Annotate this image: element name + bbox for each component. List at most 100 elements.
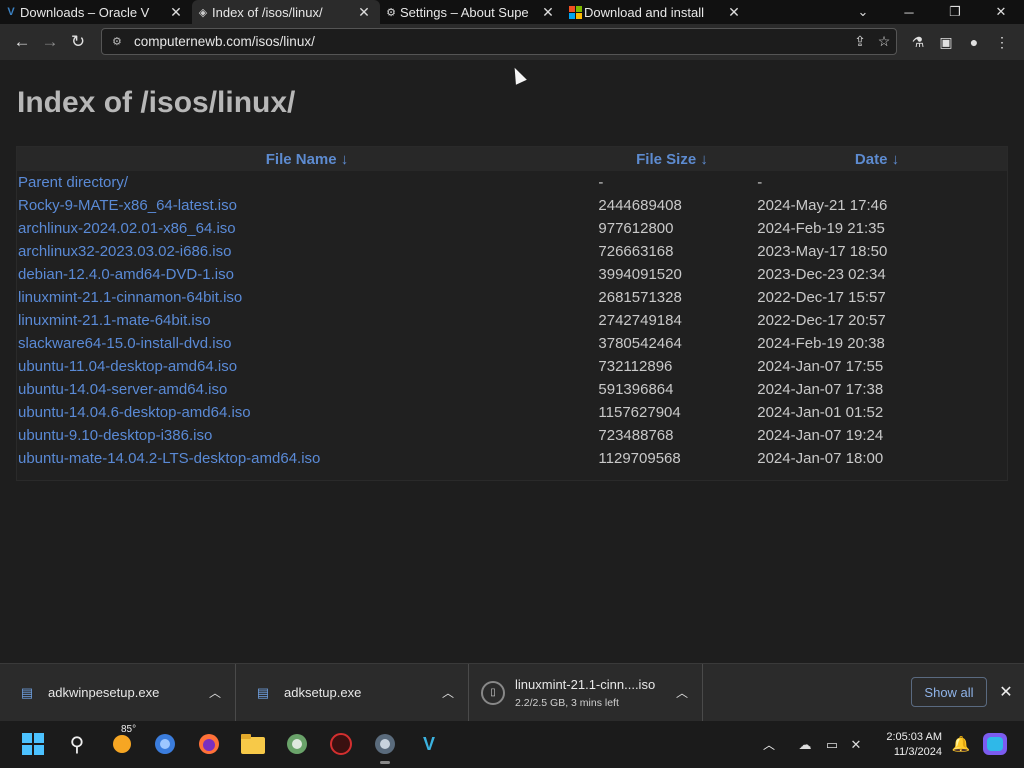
column-header-file-name[interactable]: File Name ↓ <box>17 151 597 168</box>
file-explorer-icon[interactable] <box>240 731 266 757</box>
search-icon[interactable]: ⚲ <box>64 731 90 757</box>
reload-icon[interactable]: ↻ <box>64 28 92 56</box>
file-link[interactable]: slackware64-15.0-install-dvd.iso <box>17 335 598 352</box>
taskbar-clock[interactable]: 2:05:03 AM 11/3/2024 <box>878 730 942 760</box>
window-controls: ⌄ ─ ❐ ✕ <box>840 0 1024 24</box>
address-bar[interactable]: ⚙ computernewb.com/isos/linux/ ⇪ ☆ <box>101 28 897 55</box>
file-size: 732112896 <box>598 358 673 375</box>
menu-kebab-icon[interactable]: ⋮ <box>988 28 1016 56</box>
file-size: 3994091520 <box>598 266 682 283</box>
file-link[interactable]: linuxmint-21.1-mate-64bit.iso <box>17 312 598 329</box>
toolbar-actions: ⚗ ▣ ● ⋮ <box>904 28 1016 56</box>
close-shelf-icon[interactable]: ✕ <box>996 682 1016 702</box>
settings-gear-icon: ⚙ <box>386 6 396 19</box>
file-link[interactable]: linuxmint-21.1-cinnamon-64bit.iso <box>17 289 598 306</box>
file-date: 2024-Jan-07 17:55 <box>757 358 884 375</box>
table-row: ubuntu-14.04-server-amd64.iso 591396864 20… <box>17 378 1007 401</box>
close-icon[interactable]: ✕ <box>726 4 742 21</box>
chevron-up-icon[interactable]: ︿ <box>442 684 454 701</box>
window-close-icon[interactable]: ✕ <box>978 0 1024 24</box>
close-icon[interactable]: ✕ <box>168 4 184 21</box>
table-body: Parent directory/- - Rocky-9-MATE-x86_64-l… <box>17 171 1007 470</box>
installer-file-icon: ▤ <box>256 684 270 700</box>
tab-downloads-oracle[interactable]: V Downloads – Oracle V ✕ <box>0 0 192 24</box>
file-link[interactable]: ubuntu-mate-14.04.2-LTS-desktop-amd64.is… <box>17 450 598 467</box>
parent-directory-link[interactable]: Parent directory/ <box>17 174 598 191</box>
close-icon[interactable]: ✕ <box>356 4 372 21</box>
table-row: Rocky-9-MATE-x86_64-latest.iso 2444689408… <box>17 194 1007 217</box>
download-filename: adkwinpesetup.exe <box>48 685 160 700</box>
browser-globe-icon[interactable] <box>284 731 310 757</box>
download-item-in-progress[interactable]: ▯ linuxmint-21.1-cinn....iso 2.2/2.5 GB,… <box>469 663 703 722</box>
download-item[interactable]: ▤ adksetup.exe ︿ <box>236 663 469 722</box>
tab-settings-about[interactable]: ⚙ Settings – About Supe ✕ <box>380 0 564 24</box>
installer-file-icon: ▤ <box>20 684 34 700</box>
page-content: Index of /isos/linux/ File Name ↓ File S… <box>0 60 1024 663</box>
file-size: 2444689408 <box>598 197 682 214</box>
file-size: 2681571328 <box>598 289 682 306</box>
table-row: slackware64-15.0-install-dvd.iso 37805424… <box>17 332 1007 355</box>
file-size: 3780542464 <box>598 335 682 352</box>
table-row: ubuntu-14.04.6-desktop-amd64.iso 11576279… <box>17 401 1007 424</box>
tab-title: Download and install <box>584 4 704 20</box>
network-icon[interactable]: ▭ <box>820 737 844 753</box>
download-item[interactable]: ▤ adkwinpesetup.exe ︿ <box>0 663 236 722</box>
chrome-icon[interactable] <box>152 731 178 757</box>
profile-avatar-icon[interactable]: ● <box>960 28 988 56</box>
file-link[interactable]: ubuntu-11.04-desktop-amd64.iso <box>17 358 598 375</box>
clock-time: 2:05:03 AM <box>886 731 942 743</box>
virtualbox-icon: V <box>7 6 15 18</box>
file-date: 2023-Dec-23 02:34 <box>757 266 886 283</box>
site-info-icon[interactable]: ⚙ <box>112 35 126 48</box>
file-link[interactable]: ubuntu-14.04-server-amd64.iso <box>17 381 598 398</box>
url-text[interactable]: computernewb.com/isos/linux/ <box>134 34 848 49</box>
chevron-up-icon[interactable]: ︿ <box>676 684 688 701</box>
notification-bell-icon[interactable]: 🔔 <box>948 731 974 757</box>
column-header-file-size[interactable]: File Size ↓ <box>597 151 747 168</box>
file-link[interactable]: Rocky-9-MATE-x86_64-latest.iso <box>17 197 598 214</box>
chrome-dev-icon[interactable] <box>372 731 398 764</box>
copilot-icon[interactable] <box>982 731 1008 757</box>
file-date: 2022-Dec-17 15:57 <box>757 289 886 306</box>
volume-muted-icon[interactable]: ✕ <box>844 737 868 753</box>
restore-icon[interactable]: ❐ <box>932 0 978 24</box>
tab-title: Index of /isos/linux/ <box>212 4 323 20</box>
microsoft-icon <box>568 5 582 19</box>
side-panel-icon[interactable]: ▣ <box>932 28 960 56</box>
file-link[interactable]: archlinux-2024.02.01-x86_64.iso <box>17 220 598 237</box>
file-link[interactable]: ubuntu-9.10-desktop-i386.iso <box>17 427 598 444</box>
windows-start-icon[interactable] <box>20 731 46 757</box>
tab-title: Downloads – Oracle V <box>20 4 150 20</box>
tab-download-install[interactable]: Download and install ✕ <box>564 0 750 24</box>
show-hidden-icons-chevron-icon[interactable]: ︿ <box>758 736 780 753</box>
parent-directory-row: Parent directory/- - <box>17 171 1007 194</box>
labs-flask-icon[interactable]: ⚗ <box>904 28 932 56</box>
table-row: debian-12.4.0-amd64-DVD-1.iso 3994091520 2… <box>17 263 1007 286</box>
table-row: archlinux-2024.02.01-x86_64.iso 977612800… <box>17 217 1007 240</box>
chevron-up-icon[interactable]: ︿ <box>209 684 221 701</box>
show-all-downloads-button[interactable]: Show all <box>911 677 987 707</box>
table-row: ubuntu-9.10-desktop-i386.iso 723488768 202… <box>17 424 1007 447</box>
tab-index-isos-linux[interactable]: ◈ Index of /isos/linux/ ✕ <box>192 0 380 24</box>
forward-arrow-icon[interactable]: → <box>36 28 64 56</box>
file-date: 2024-Jan-07 19:24 <box>757 427 884 444</box>
file-size: 591396864 <box>598 381 674 398</box>
virtualbox-taskbar-icon[interactable]: V <box>416 731 442 757</box>
bookmark-star-icon[interactable]: ☆ <box>872 33 896 50</box>
column-header-date[interactable]: Date ↓ <box>747 151 1007 168</box>
file-link[interactable]: ubuntu-14.04.6-desktop-amd64.iso <box>17 404 598 421</box>
onedrive-cloud-icon[interactable]: ☁ <box>790 737 820 753</box>
file-date: - <box>757 174 763 191</box>
page-icon: ◈ <box>198 6 208 19</box>
file-listing-table: File Name ↓ File Size ↓ Date ↓ Parent di… <box>16 146 1008 481</box>
tab-search-chevron-icon[interactable]: ⌄ <box>840 0 886 24</box>
file-link[interactable]: debian-12.4.0-amd64-DVD-1.iso <box>17 266 598 283</box>
tab-title: Settings – About Supe <box>400 4 529 20</box>
share-icon[interactable]: ⇪ <box>848 33 872 50</box>
minimize-icon[interactable]: ─ <box>886 0 932 24</box>
firefox-icon[interactable] <box>196 731 222 757</box>
back-arrow-icon[interactable]: ← <box>8 28 36 56</box>
red-app-icon[interactable] <box>328 731 354 757</box>
file-link[interactable]: archlinux32-2023.03.02-i686.iso <box>17 243 598 260</box>
close-icon[interactable]: ✕ <box>540 4 556 21</box>
